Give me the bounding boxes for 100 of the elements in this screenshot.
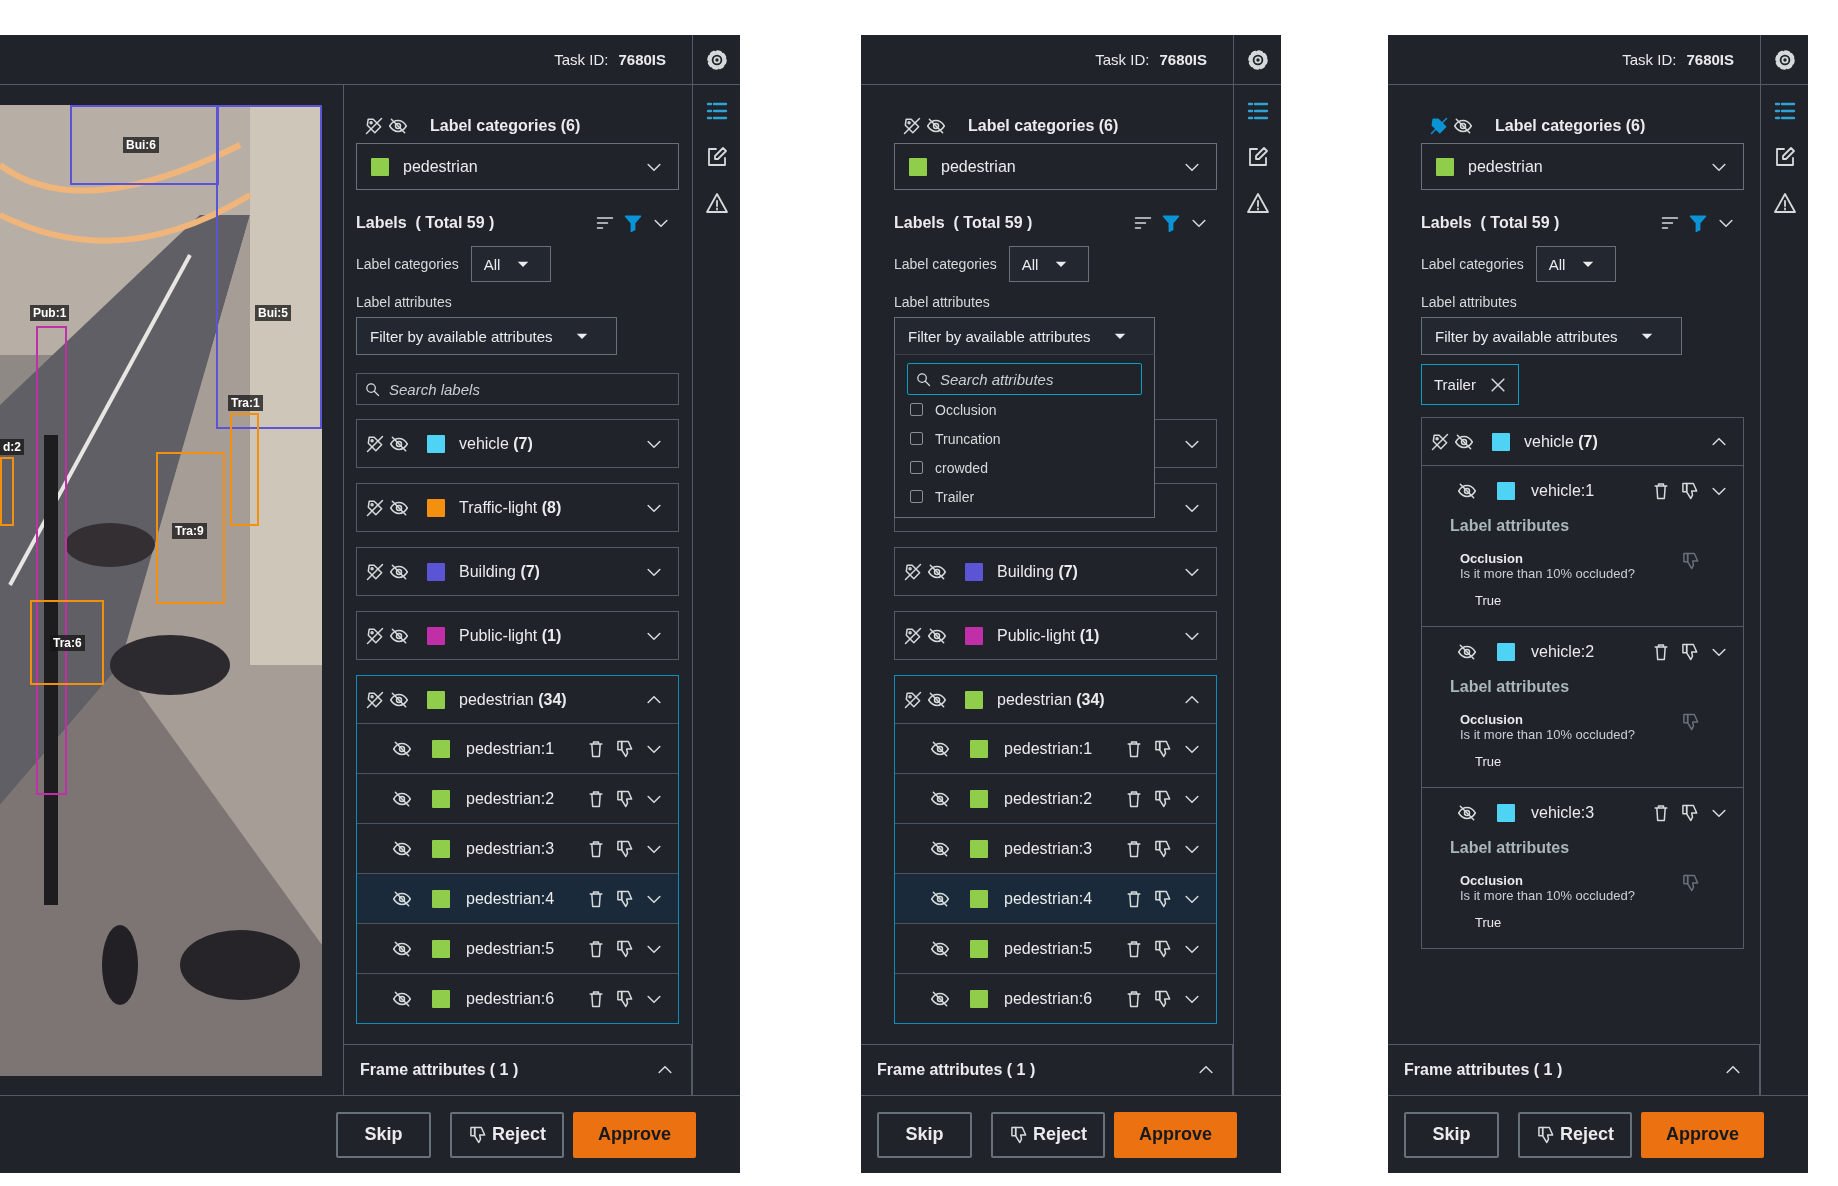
- label-item[interactable]: pedestrian:5: [357, 923, 678, 973]
- bounding-box[interactable]: [216, 105, 322, 429]
- warning-icon[interactable]: [1772, 191, 1797, 215]
- thumbs-down-icon[interactable]: [1680, 641, 1700, 662]
- label-item[interactable]: pedestrian:6: [895, 973, 1216, 1023]
- reject-button[interactable]: Reject: [449, 1111, 564, 1158]
- thumbs-down-icon[interactable]: [615, 738, 635, 759]
- skip-button[interactable]: Skip: [335, 1111, 431, 1158]
- eye-slash-icon[interactable]: [388, 116, 408, 136]
- thumbs-down-icon[interactable]: [615, 938, 635, 959]
- tag-slash-icon[interactable]: [1429, 116, 1449, 136]
- thumbs-down-icon[interactable]: [1153, 938, 1173, 959]
- thumbs-down-icon[interactable]: [1535, 1124, 1556, 1145]
- group-name[interactable]: pedestrian (34): [997, 690, 1105, 709]
- tag-slash-icon[interactable]: [903, 561, 923, 582]
- bounding-box[interactable]: [30, 600, 104, 685]
- filter-chip[interactable]: Trailer: [1421, 364, 1519, 405]
- tag-slash-icon[interactable]: [365, 433, 385, 454]
- eye-slash-icon[interactable]: [1453, 116, 1473, 136]
- label-item[interactable]: pedestrian:4: [357, 873, 678, 923]
- thumbs-down-icon[interactable]: [615, 988, 635, 1009]
- thumbs-down-icon[interactable]: [615, 788, 635, 809]
- tag-slash-icon[interactable]: [1430, 431, 1450, 452]
- option-label[interactable]: crowded: [935, 459, 988, 476]
- group-name[interactable]: Public-light (1): [459, 626, 562, 645]
- label-item[interactable]: pedestrian:1: [895, 723, 1216, 773]
- category-select[interactable]: pedestrian: [894, 143, 1217, 190]
- thumbs-down-icon[interactable]: [1008, 1124, 1029, 1145]
- attribute-filter-dropdown[interactable]: Filter by available attributes: [356, 317, 617, 355]
- category-filter-dropdown[interactable]: All: [470, 246, 551, 282]
- thumbs-down-icon[interactable]: [1681, 873, 1701, 893]
- reject-button[interactable]: Reject: [1517, 1111, 1632, 1158]
- settings-icon[interactable]: [1245, 47, 1270, 72]
- option-label[interactable]: Trailer: [935, 488, 975, 505]
- category-select[interactable]: pedestrian: [1421, 143, 1744, 190]
- checkbox[interactable]: [910, 403, 923, 416]
- approve-button[interactable]: Approve: [573, 1111, 696, 1158]
- thumbs-down-icon[interactable]: [1681, 551, 1701, 571]
- skip-button[interactable]: Skip: [1403, 1111, 1499, 1158]
- tag-slash-icon[interactable]: [365, 625, 385, 646]
- group-name[interactable]: pedestrian (34): [459, 690, 567, 709]
- label-item[interactable]: vehicle:2 Label attributes Occlusion Is it more than 10% occluded? True: [1422, 626, 1743, 787]
- label-item[interactable]: pedestrian:4: [895, 873, 1216, 923]
- reject-button[interactable]: Reject: [990, 1111, 1105, 1158]
- label-item[interactable]: vehicle:3 Label attributes Occlusion Is it more than 10% occluded? True: [1422, 787, 1743, 948]
- thumbs-down-icon[interactable]: [467, 1124, 488, 1145]
- category-filter-dropdown[interactable]: All: [1008, 246, 1089, 282]
- thumbs-down-icon[interactable]: [1681, 712, 1701, 732]
- group-name[interactable]: vehicle (7): [1524, 432, 1598, 451]
- option-label[interactable]: Occlusion: [935, 401, 997, 418]
- warning-icon[interactable]: [1245, 191, 1270, 215]
- label-item[interactable]: pedestrian:6: [357, 973, 678, 1023]
- filter-icon[interactable]: [623, 213, 643, 233]
- tag-slash-icon[interactable]: [903, 625, 923, 646]
- warning-icon[interactable]: [704, 191, 729, 215]
- thumbs-down-icon[interactable]: [1153, 838, 1173, 859]
- label-item[interactable]: vehicle:1 Label attributes Occlusion Is it more than 10% occluded? True: [1422, 465, 1743, 626]
- attribute-question: Is it more than 10% occluded?: [1460, 888, 1636, 903]
- group-name[interactable]: Public-light (1): [997, 626, 1100, 645]
- thumbs-down-icon[interactable]: [615, 838, 635, 859]
- checkbox[interactable]: [910, 432, 923, 445]
- tag-slash-icon[interactable]: [365, 561, 385, 582]
- tag-slash-icon[interactable]: [903, 689, 923, 710]
- thumbs-down-icon[interactable]: [615, 888, 635, 909]
- search-field[interactable]: Search attributes: [907, 363, 1142, 395]
- option-label[interactable]: Truncation: [935, 430, 1001, 447]
- approve-button[interactable]: Approve: [1114, 1111, 1237, 1158]
- eye-slash-icon[interactable]: [926, 116, 946, 136]
- approve-button[interactable]: Approve: [1641, 1111, 1764, 1158]
- filter-icon[interactable]: [1688, 213, 1708, 233]
- group-name[interactable]: Building (7): [997, 562, 1078, 581]
- group-name[interactable]: Traffic-light (8): [459, 498, 562, 517]
- skip-button[interactable]: Skip: [876, 1111, 972, 1158]
- label-item[interactable]: pedestrian:1: [357, 723, 678, 773]
- bounding-box[interactable]: [156, 452, 225, 604]
- checkbox[interactable]: [910, 490, 923, 503]
- group-name[interactable]: vehicle (7): [459, 434, 533, 453]
- label-item[interactable]: pedestrian:2: [357, 773, 678, 823]
- category-filter-dropdown[interactable]: All: [1535, 246, 1616, 282]
- thumbs-down-icon[interactable]: [1153, 788, 1173, 809]
- checkbox[interactable]: [910, 461, 923, 474]
- thumbs-down-icon[interactable]: [1680, 802, 1700, 823]
- settings-icon[interactable]: [704, 47, 729, 72]
- label-item[interactable]: pedestrian:5: [895, 923, 1216, 973]
- group-name[interactable]: Building (7): [459, 562, 540, 581]
- thumbs-down-icon[interactable]: [1680, 480, 1700, 501]
- tag-slash-icon[interactable]: [365, 497, 385, 518]
- filter-icon[interactable]: [1161, 213, 1181, 233]
- thumbs-down-icon[interactable]: [1153, 738, 1173, 759]
- settings-icon[interactable]: [1772, 47, 1797, 72]
- tag-slash-icon[interactable]: [365, 689, 385, 710]
- attribute-filter-dropdown[interactable]: Filter by available attributes: [894, 317, 1155, 355]
- label-item[interactable]: pedestrian:2: [895, 773, 1216, 823]
- thumbs-down-icon[interactable]: [1153, 888, 1173, 909]
- search-field[interactable]: Search labels: [356, 373, 679, 405]
- thumbs-down-icon[interactable]: [1153, 988, 1173, 1009]
- category-select[interactable]: pedestrian: [356, 143, 679, 190]
- label-name: pedestrian:3: [466, 839, 555, 858]
- attribute-filter-dropdown[interactable]: Filter by available attributes: [1421, 317, 1682, 355]
- label-name: pedestrian:3: [1004, 839, 1093, 858]
